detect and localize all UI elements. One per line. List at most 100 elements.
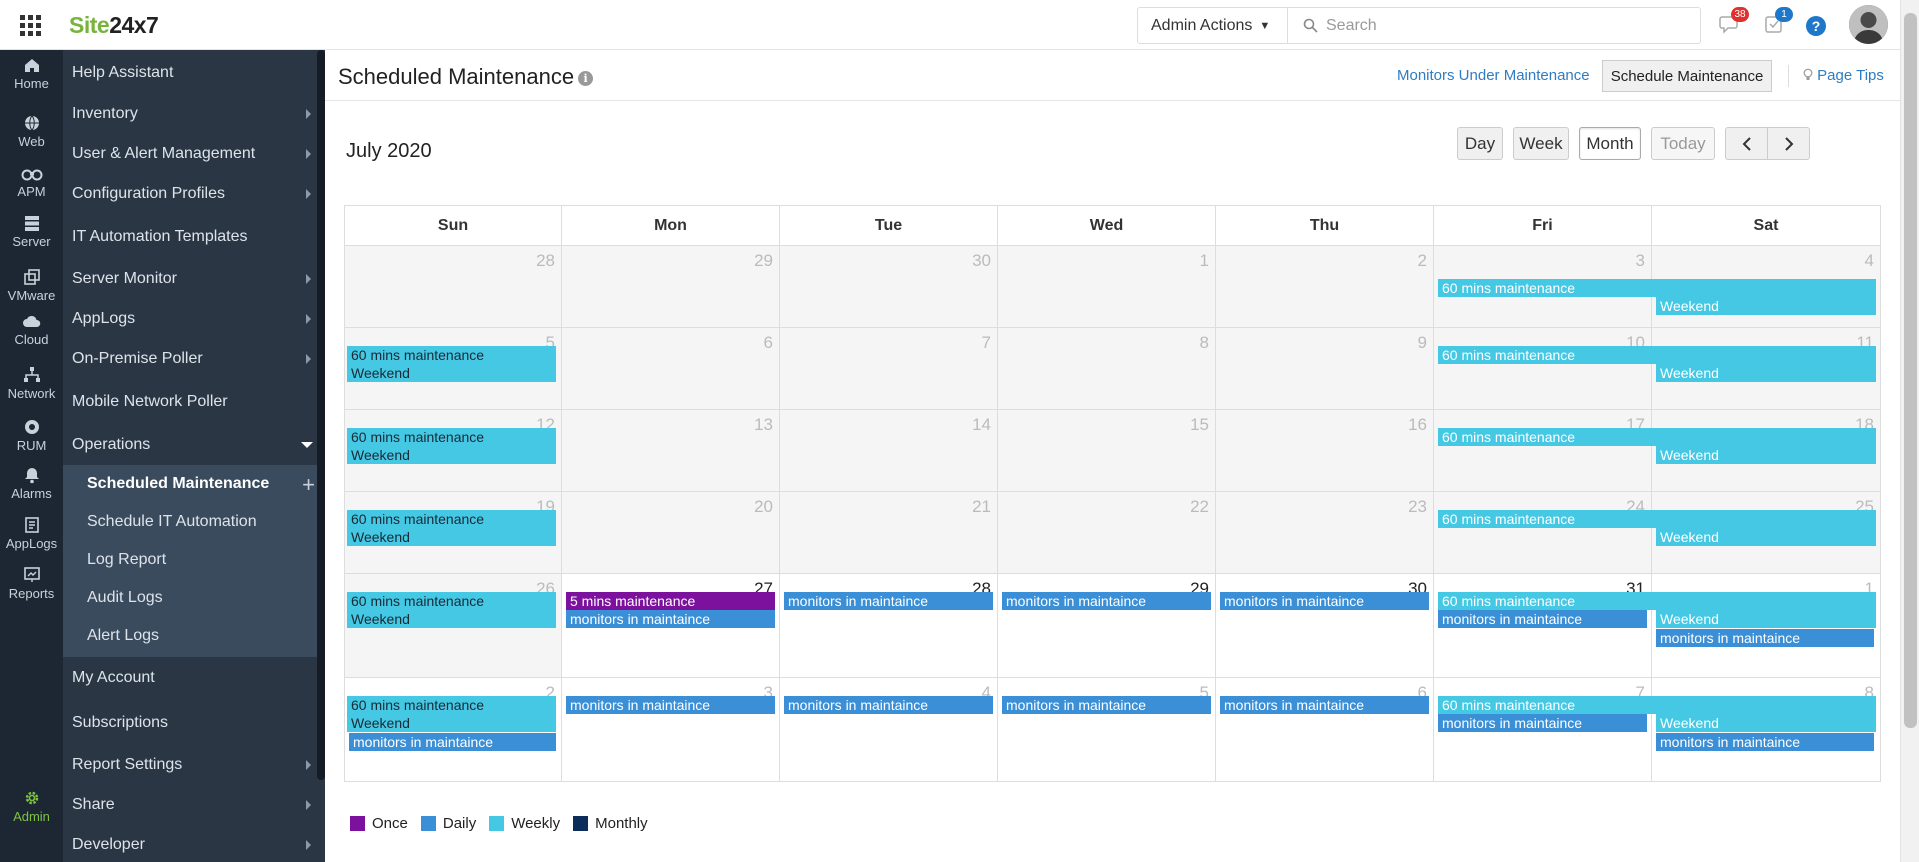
menu-item-developer[interactable]: Developer: [63, 825, 325, 862]
avatar[interactable]: [1849, 5, 1888, 44]
day-cell[interactable]: 8: [998, 328, 1216, 410]
view-day-button[interactable]: Day: [1457, 127, 1503, 160]
event-weekend[interactable]: Weekend: [1656, 610, 1876, 628]
page-scrollbar[interactable]: [1900, 0, 1919, 862]
day-cell[interactable]: 20: [562, 492, 780, 574]
event-60-mins-maintenance[interactable]: 60 mins maintenance: [347, 428, 556, 446]
rail-item-reports[interactable]: Reports: [0, 560, 63, 618]
event-weekend[interactable]: Weekend: [1656, 446, 1876, 464]
event-60-mins-maintenance[interactable]: 60 mins maintenance: [1438, 592, 1876, 610]
event-60-mins-maintenance[interactable]: 60 mins maintenance: [1438, 696, 1876, 714]
day-cell[interactable]: 4: [780, 678, 998, 782]
help-icon[interactable]: ?: [1806, 16, 1826, 36]
event-monitors-in-maintenance[interactable]: monitors in maintaince: [1220, 592, 1429, 610]
event-60-mins-maintenance[interactable]: 60 mins maintenance: [347, 346, 556, 364]
alarms-notification-icon[interactable]: 38: [1719, 7, 1749, 39]
menu-item-it-automation-templates[interactable]: IT Automation Templates: [63, 217, 325, 257]
event-weekend[interactable]: Weekend: [347, 610, 556, 628]
event-60-mins-maintenance[interactable]: 60 mins maintenance: [1438, 510, 1876, 528]
menu-item-share[interactable]: Share: [63, 785, 325, 825]
view-week-button[interactable]: Week: [1513, 127, 1569, 160]
event-60-mins-maintenance[interactable]: 60 mins maintenance: [347, 696, 556, 714]
menu-item-subscriptions[interactable]: Subscriptions: [63, 703, 325, 743]
rail-item-cloud[interactable]: Cloud: [0, 308, 63, 366]
day-cell[interactable]: 29: [562, 246, 780, 328]
day-cell[interactable]: 3: [562, 678, 780, 782]
event-monitors-in-maintenance[interactable]: monitors in maintaince: [1656, 629, 1874, 647]
sub-item-audit-logs[interactable]: Audit Logs: [63, 579, 325, 617]
prev-month-button[interactable]: [1725, 127, 1768, 160]
day-cell[interactable]: 28: [780, 574, 998, 678]
day-cell[interactable]: 7: [780, 328, 998, 410]
search-input[interactable]: [1326, 16, 1666, 35]
day-cell[interactable]: 30: [1216, 574, 1434, 678]
event-monitors-in-maintenance[interactable]: monitors in maintaince: [566, 696, 775, 714]
event-monitors-in-maintenance[interactable]: monitors in maintaince: [1656, 733, 1874, 751]
info-icon[interactable]: i: [578, 70, 594, 86]
menu-item-mobile-network-poller[interactable]: Mobile Network Poller: [63, 382, 325, 422]
sub-item-schedule-it-automation[interactable]: Schedule IT Automation: [63, 503, 325, 541]
rail-item-network[interactable]: Network: [0, 360, 63, 418]
menu-item-configuration-profiles[interactable]: Configuration Profiles: [63, 174, 325, 214]
event-weekend[interactable]: Weekend: [347, 364, 556, 382]
event-monitors-in-maintenance[interactable]: monitors in maintaince: [1220, 696, 1429, 714]
menu-item-inventory[interactable]: Inventory: [63, 94, 325, 134]
day-cell[interactable]: 16: [1216, 410, 1434, 492]
menu-item-report-settings[interactable]: Report Settings: [63, 745, 325, 785]
menu-item-on-premise-poller[interactable]: On-Premise Poller: [63, 339, 325, 379]
add-icon[interactable]: +: [302, 472, 315, 498]
schedule-maintenance-button[interactable]: Schedule Maintenance: [1602, 60, 1772, 92]
rail-item-home[interactable]: Home: [0, 50, 63, 108]
day-cell[interactable]: 22: [998, 492, 1216, 574]
day-cell[interactable]: 6: [1216, 678, 1434, 782]
event-60-mins-maintenance[interactable]: 60 mins maintenance: [347, 592, 556, 610]
monitors-under-maintenance-link[interactable]: Monitors Under Maintenance: [1397, 67, 1590, 84]
view-month-button[interactable]: Month: [1579, 127, 1641, 160]
event-weekend[interactable]: Weekend: [347, 446, 556, 464]
day-cell[interactable]: 17: [1434, 410, 1652, 492]
day-cell[interactable]: 21: [780, 492, 998, 574]
event-weekend[interactable]: Weekend: [1656, 364, 1876, 382]
rail-item-server[interactable]: Server: [0, 208, 63, 266]
sub-item-log-report[interactable]: Log Report: [63, 541, 325, 579]
event-monitors-in-maintenance[interactable]: monitors in maintaince: [349, 733, 556, 751]
event-weekend[interactable]: Weekend: [1656, 528, 1876, 546]
event-monitors-in-maintenance[interactable]: monitors in maintaince: [566, 610, 775, 628]
menu-item-server-monitor[interactable]: Server Monitor: [63, 259, 325, 299]
day-cell[interactable]: 24: [1434, 492, 1652, 574]
menu-item-help-assistant[interactable]: Help Assistant: [63, 53, 325, 93]
menu-scrollbar[interactable]: [317, 50, 325, 780]
scrollbar-thumb[interactable]: [1904, 13, 1917, 728]
event-monitors-in-maintenance[interactable]: monitors in maintaince: [1438, 610, 1647, 628]
admin-actions-dropdown[interactable]: Admin Actions ▼: [1137, 7, 1288, 44]
day-cell[interactable]: 13: [562, 410, 780, 492]
day-cell[interactable]: 6: [562, 328, 780, 410]
menu-item-applogs[interactable]: AppLogs: [63, 299, 325, 339]
app-grid-icon[interactable]: [0, 0, 61, 50]
page-tips-link[interactable]: Page Tips: [1803, 67, 1884, 84]
menu-item-my-account[interactable]: My Account: [63, 658, 325, 698]
day-cell[interactable]: 9: [1216, 328, 1434, 410]
menu-item-operations[interactable]: Operations: [63, 425, 325, 465]
event-monitors-in-maintenance[interactable]: monitors in maintaince: [784, 696, 993, 714]
event-60-mins-maintenance[interactable]: 60 mins maintenance: [1438, 428, 1876, 446]
day-cell[interactable]: 23: [1216, 492, 1434, 574]
day-cell[interactable]: 29: [998, 574, 1216, 678]
event-weekend[interactable]: Weekend: [1656, 297, 1876, 315]
event-monitors-in-maintenance[interactable]: monitors in maintaince: [784, 592, 993, 610]
event-5-mins-maintenance[interactable]: 5 mins maintenance: [566, 592, 775, 610]
event-monitors-in-maintenance[interactable]: monitors in maintaince: [1002, 592, 1211, 610]
day-cell[interactable]: 15: [998, 410, 1216, 492]
event-60-mins-maintenance[interactable]: 60 mins maintenance: [1438, 279, 1876, 297]
event-monitors-in-maintenance[interactable]: monitors in maintaince: [1438, 714, 1647, 732]
day-cell[interactable]: 30: [780, 246, 998, 328]
sub-item-alert-logs[interactable]: Alert Logs: [63, 617, 325, 655]
today-button[interactable]: Today: [1651, 127, 1715, 160]
event-monitors-in-maintenance[interactable]: monitors in maintaince: [1002, 696, 1211, 714]
day-cell[interactable]: 2: [1216, 246, 1434, 328]
event-weekend[interactable]: Weekend: [347, 528, 556, 546]
day-cell[interactable]: 28: [344, 246, 562, 328]
site24x7-logo[interactable]: Site24x7: [69, 12, 159, 39]
next-month-button[interactable]: [1767, 127, 1810, 160]
day-cell[interactable]: 10: [1434, 328, 1652, 410]
